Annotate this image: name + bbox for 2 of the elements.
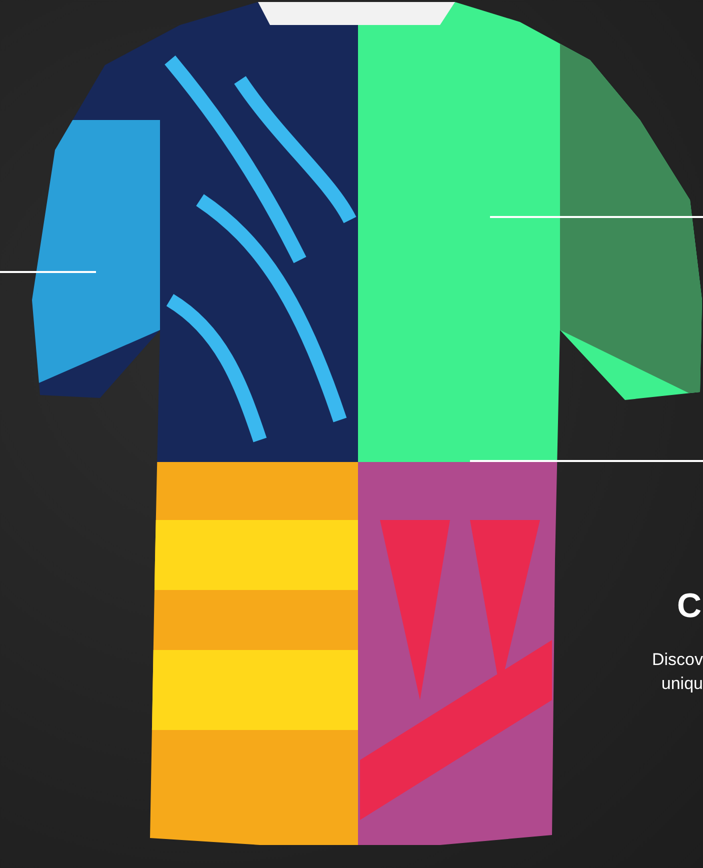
section-description: Discov uniqu — [650, 649, 703, 695]
section-heading: C — [677, 586, 703, 626]
